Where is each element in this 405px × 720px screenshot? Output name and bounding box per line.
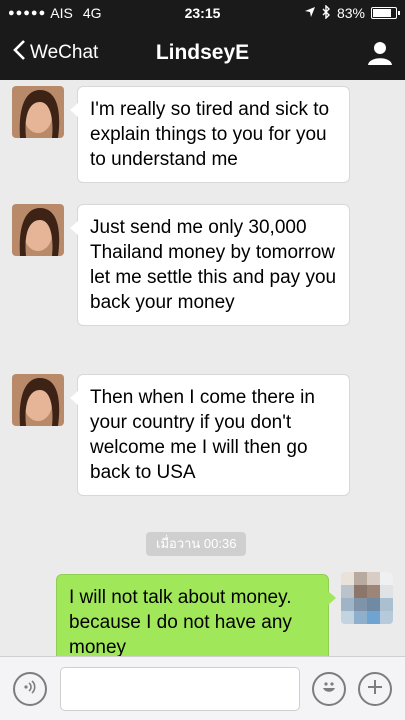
more-button[interactable] xyxy=(358,672,392,706)
input-bar xyxy=(0,656,405,720)
message-bubble[interactable]: Then when I come there in your country i… xyxy=(70,374,350,496)
voice-icon xyxy=(22,679,38,700)
plus-icon xyxy=(366,678,384,701)
voice-button[interactable] xyxy=(13,672,47,706)
message-bubble[interactable]: Just send me only 30,000 Thailand money … xyxy=(70,204,350,326)
timestamp-badge: เมื่อวาน 00:36 xyxy=(146,532,247,556)
profile-button[interactable] xyxy=(367,40,393,71)
chat-area[interactable]: I'm really so tired and sick to explain … xyxy=(0,80,405,656)
message-bubble[interactable]: I'm really so tired and sick to explain … xyxy=(70,86,350,183)
person-icon xyxy=(367,42,393,70)
my-message-bubble[interactable]: I will not talk about money. because I d… xyxy=(56,574,336,656)
header: ●●●●● AIS 4G 23:15 83% WeChat LindseyE xyxy=(0,0,405,80)
emoji-button[interactable] xyxy=(312,672,346,706)
back-label: WeChat xyxy=(30,42,99,63)
smiley-icon xyxy=(319,677,339,702)
contact-avatar[interactable] xyxy=(12,86,64,138)
battery-icon xyxy=(371,7,400,19)
status-bar: ●●●●● AIS 4G 23:15 83% xyxy=(0,0,405,26)
my-avatar[interactable] xyxy=(341,572,393,624)
contact-avatar[interactable] xyxy=(12,204,64,256)
status-time: 23:15 xyxy=(184,5,221,21)
contact-avatar[interactable] xyxy=(12,374,64,426)
message-input[interactable] xyxy=(60,667,300,711)
nav-bar: WeChat LindseyE xyxy=(0,26,405,80)
back-button[interactable]: WeChat xyxy=(0,39,98,67)
chevron-left-icon xyxy=(12,39,26,67)
